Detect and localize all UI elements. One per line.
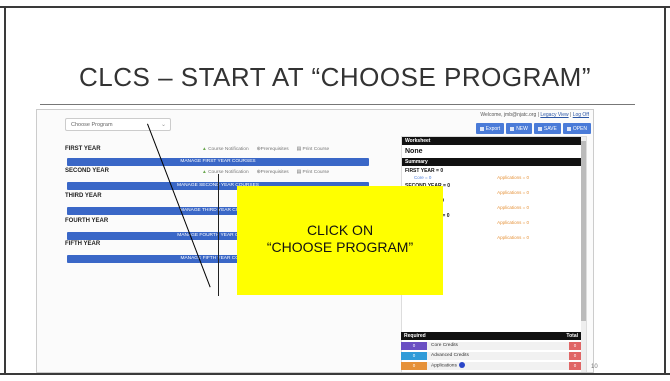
log-off-link[interactable]: Log Off <box>573 112 589 118</box>
required-table: Required Total 0 Core Credits 0 0 Advanc… <box>401 332 581 370</box>
prerequisites-link[interactable]: ⊕Prerequisites <box>257 170 289 175</box>
title-divider <box>40 104 635 105</box>
warning-icon: ▲ <box>202 170 207 175</box>
year-title-second: SECOND YEAR <box>65 168 109 174</box>
chevron-down-icon: ⌄ <box>160 122 166 128</box>
scrollbar-thumb[interactable] <box>581 141 586 321</box>
advanced-credits-label: Advanced Credits <box>427 351 569 360</box>
new-button[interactable]: NEW <box>506 123 532 134</box>
slide-title: CLCS – START AT “CHOOSE PROGRAM” <box>78 62 592 92</box>
new-icon <box>510 126 515 131</box>
applications-count: 0 <box>401 361 427 370</box>
legacy-view-link[interactable]: Legacy View <box>540 112 568 118</box>
year-title-fourth: FOURTH YEAR <box>65 218 109 224</box>
welcome-bar: Welcome, jmb@njatc.org | Legacy View | L… <box>480 112 589 118</box>
year-title-fifth: FIFTH YEAR <box>65 241 101 247</box>
open-icon <box>566 126 571 131</box>
year-title-third: THIRD YEAR <box>65 193 102 199</box>
slide-number: 10 <box>591 364 598 370</box>
choose-program-select[interactable]: Choose Program ⌄ <box>65 118 171 131</box>
pointer-line-vertical <box>218 174 219 296</box>
year-title-first: FIRST YEAR <box>65 146 101 152</box>
worksheet-header: Worksheet <box>402 137 586 145</box>
print-course-link[interactable]: ▤ Print Course <box>297 147 330 152</box>
worksheet-scrollbar[interactable] <box>581 137 586 372</box>
prerequisites-link[interactable]: ⊕Prerequisites <box>257 147 289 152</box>
welcome-text: Welcome, jmb@njatc.org | <box>480 112 539 118</box>
core-credits-count: 0 <box>401 341 427 350</box>
print-course-link[interactable]: ▤ Print Course <box>297 170 330 175</box>
open-button[interactable]: OPEN <box>562 123 591 134</box>
core-credits-total: 0 <box>569 341 581 350</box>
export-button[interactable]: Export <box>475 123 505 134</box>
frame-top <box>0 6 670 8</box>
required-header: Required Total <box>401 332 581 340</box>
required-row: 0 Applications 0 <box>401 361 581 370</box>
frame-bottom <box>0 373 670 375</box>
applications-total: 0 <box>569 361 581 370</box>
required-row: 0 Advanced Credits 0 <box>401 351 581 360</box>
summary-counts: Core = 0Applications = 0 <box>414 175 529 180</box>
worksheet-value: None <box>405 148 423 155</box>
help-icon[interactable] <box>458 361 465 368</box>
applications-label: Applications <box>427 361 569 370</box>
advanced-credits-total: 0 <box>569 351 581 360</box>
course-notification-link[interactable]: ▲ Course Notification <box>202 170 249 175</box>
core-credits-label: Core Credits <box>427 341 569 350</box>
save-icon <box>537 126 542 131</box>
course-notification-link[interactable]: ▲ Course Notification <box>202 147 249 152</box>
year-tools-first: ▲ Course Notification ⊕Prerequisites ▤ P… <box>202 147 329 152</box>
summary-header: Summary <box>402 158 586 166</box>
advanced-credits-count: 0 <box>401 351 427 360</box>
toolbar: Export NEW SAVE OPEN <box>475 123 591 134</box>
manage-first-year-button[interactable]: MANAGE FIRST YEAR COURSES <box>67 158 369 166</box>
warning-icon: ▲ <box>202 147 207 152</box>
summary-year: FIRST YEAR = 0 <box>405 168 444 174</box>
callout-text: CLICK ON “CHOOSE PROGRAM” <box>266 222 414 255</box>
slide: CLCS – START AT “CHOOSE PROGRAM” Welcome… <box>0 0 670 381</box>
required-row: 0 Core Credits 0 <box>401 341 581 350</box>
save-button[interactable]: SAVE <box>533 123 561 134</box>
year-tools-second: ▲ Course Notification ⊕Prerequisites ▤ P… <box>202 170 329 175</box>
export-icon <box>479 126 484 131</box>
